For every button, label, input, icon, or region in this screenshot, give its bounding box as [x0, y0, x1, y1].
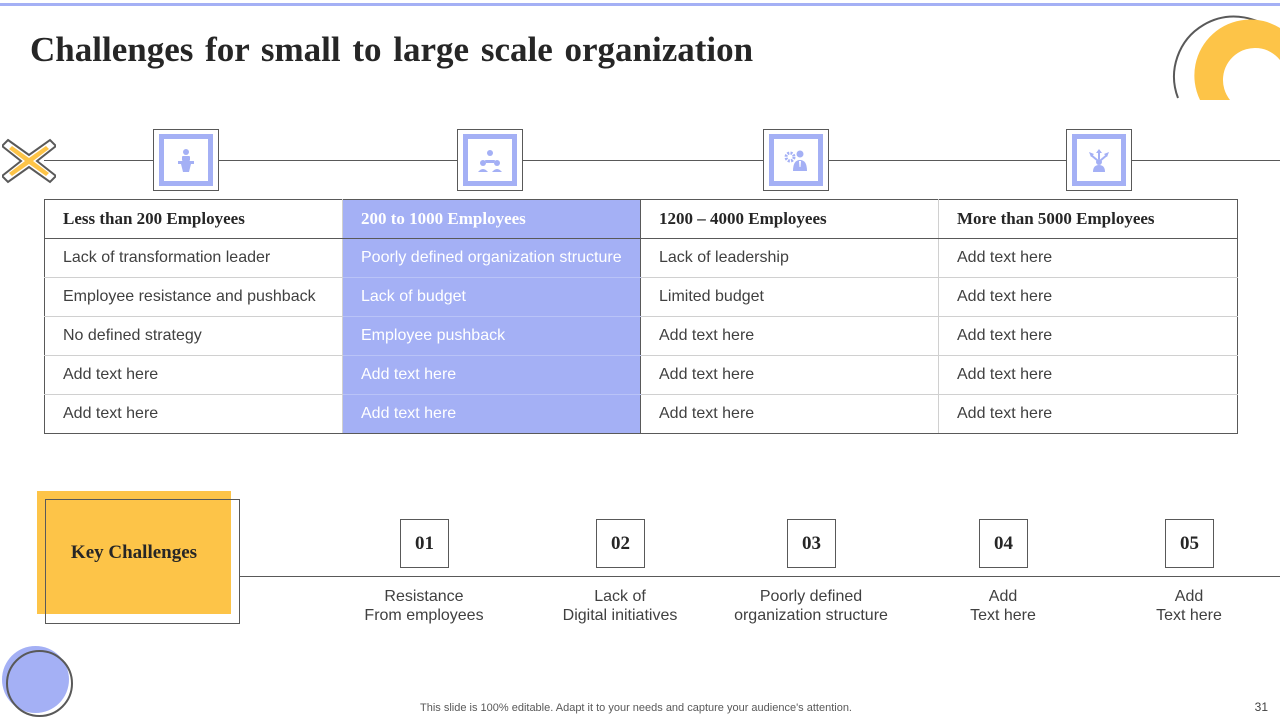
table-cell: Lack of budget — [342, 277, 641, 317]
challenge-text-line2: From employees — [364, 607, 484, 624]
challenge-text: Lack of Digital initiatives — [530, 587, 710, 625]
team-icon — [478, 150, 502, 172]
close-x-icon — [2, 138, 56, 184]
manager-gear-icon — [784, 150, 807, 171]
table-cell: Add text here — [44, 394, 343, 434]
arc-decoration-icon — [1173, 15, 1280, 100]
footer-note: This slide is 100% editable. Adapt it to… — [420, 702, 852, 714]
challenge-number: 05 — [1165, 519, 1214, 568]
challenge-text: Add Text here — [1099, 587, 1279, 625]
table-cell: Add text here — [938, 238, 1238, 278]
challenge-text-line1: Resistance — [384, 588, 464, 605]
top-accent-rule — [0, 3, 1280, 6]
table-cell: Add text here — [640, 316, 939, 356]
table-row: Add text here Add text here Add text her… — [44, 394, 1238, 434]
icon-box-3 — [763, 129, 829, 191]
table-cell: Add text here — [44, 355, 343, 395]
key-challenges-line — [240, 576, 1280, 577]
challenge-text-line2: Text here — [970, 607, 1036, 624]
challenge-text-line2: Digital initiatives — [562, 607, 678, 624]
table-cell: No defined strategy — [44, 316, 343, 356]
column-header: 1200 – 4000 Employees — [640, 199, 939, 239]
network-person-icon — [1089, 149, 1109, 172]
table-row: Employee resistance and pushback Lack of… — [44, 277, 1238, 317]
table-cell: Lack of transformation leader — [44, 238, 343, 278]
challenge-text-line1: Poorly defined — [759, 588, 863, 605]
challenge-text: Poorly defined organization structure — [721, 587, 901, 625]
table-header-row: Less than 200 Employees 200 to 1000 Empl… — [44, 199, 1238, 239]
column-header: More than 5000 Employees — [938, 199, 1238, 239]
table-row: Add text here Add text here Add text her… — [44, 355, 1238, 395]
column-header: 200 to 1000 Employees — [342, 199, 641, 239]
icon-box-2 — [457, 129, 523, 191]
challenge-text-line2: organization structure — [734, 607, 888, 624]
challenge-text: Resistance From employees — [334, 587, 514, 625]
table-cell: Add text here — [938, 277, 1238, 317]
slide-title: Challenges for small to large scale orga… — [30, 30, 754, 69]
table-cell: Lack of leadership — [640, 238, 939, 278]
challenge-number: 04 — [979, 519, 1028, 568]
presenter-icon — [178, 149, 194, 172]
challenges-table: Less than 200 Employees 200 to 1000 Empl… — [44, 199, 1238, 434]
table-cell: Add text here — [640, 394, 939, 434]
table-cell: Add text here — [640, 355, 939, 395]
table-cell: Poorly defined organization structure — [342, 238, 641, 278]
challenge-text-line1: Add — [1174, 588, 1204, 605]
table-cell: Employee pushback — [342, 316, 641, 356]
page-number: 31 — [1254, 700, 1268, 714]
challenge-text-line1: Add — [988, 588, 1018, 605]
challenge-text-line2: Text here — [1156, 607, 1222, 624]
table-cell: Add text here — [342, 355, 641, 395]
challenge-number: 01 — [400, 519, 449, 568]
icon-box-4 — [1066, 129, 1132, 191]
table-cell: Add text here — [342, 394, 641, 434]
table-cell: Add text here — [938, 355, 1238, 395]
table-cell: Add text here — [938, 394, 1238, 434]
table-cell: Employee resistance and pushback — [44, 277, 343, 317]
table-row: No defined strategy Employee pushback Ad… — [44, 316, 1238, 356]
table-cell: Add text here — [938, 316, 1238, 356]
column-header: Less than 200 Employees — [44, 199, 343, 239]
challenge-text-line1: Lack of — [594, 588, 646, 605]
icon-box-1 — [153, 129, 219, 191]
challenge-text: Add Text here — [913, 587, 1093, 625]
table-row: Lack of transformation leader Poorly def… — [44, 238, 1238, 278]
key-challenges-label: Key Challenges — [70, 541, 198, 563]
table-cell: Limited budget — [640, 277, 939, 317]
challenge-number: 02 — [596, 519, 645, 568]
challenge-number: 03 — [787, 519, 836, 568]
